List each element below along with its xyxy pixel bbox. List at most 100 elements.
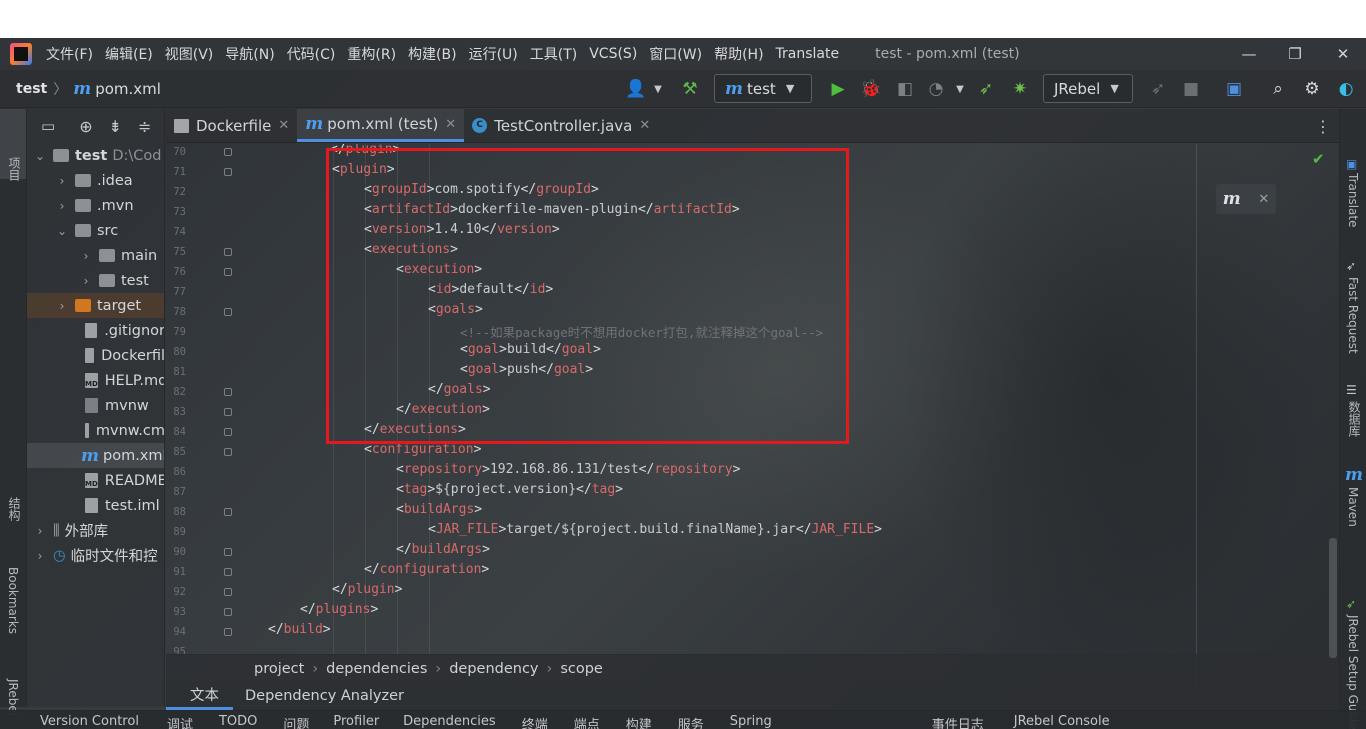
close-tab-icon[interactable]: ✕ [445,117,456,132]
menu-refactor[interactable]: 重构(R) [341,44,402,64]
breadcrumb-project[interactable]: project [254,661,304,677]
maven-reload-popup[interactable]: m ✕ [1216,184,1276,214]
fold-marker-icon[interactable] [224,408,232,416]
tree-item-scratches[interactable]: › ◷ 临时文件和控 [27,543,164,568]
menu-code[interactable]: 代码(C) [281,44,342,64]
tool-dependencies[interactable]: Dependencies [403,714,496,729]
stop-icon[interactable]: ■ [1179,77,1203,101]
jrebel-run-icon[interactable]: ➶ [974,77,998,101]
tool-debug[interactable]: 调试 [167,714,193,729]
tool-terminal[interactable]: 终端 [522,714,548,729]
tab-dependency-analyzer[interactable]: Dependency Analyzer [233,682,416,710]
editor-vertical-scrollbar[interactable] [1329,538,1337,658]
minimize-icon[interactable]: — [1226,38,1272,70]
tool-bookmarks[interactable]: Bookmarks [6,567,20,634]
menu-view[interactable]: 视图(V) [159,44,220,64]
tree-item-mvn[interactable]: › .mvn [27,193,164,218]
menu-window[interactable]: 窗口(W) [643,44,708,64]
fold-marker-icon[interactable] [224,268,232,276]
menu-help[interactable]: 帮助(H) [708,44,769,64]
restore-icon[interactable]: ❐ [1272,38,1318,70]
fold-marker-icon[interactable] [224,548,232,556]
breadcrumb-dependencies[interactable]: dependencies [326,661,427,677]
tool-services[interactable]: 服务 [678,714,704,729]
fold-marker-icon[interactable] [224,428,232,436]
options-icon[interactable]: ≑ [138,117,151,136]
fold-marker-icon[interactable] [224,388,232,396]
run-icon[interactable]: ▶ [826,77,850,101]
tool-structure[interactable]: 结构 [6,497,23,521]
tree-item-readme[interactable]: MD README [27,468,164,493]
menu-edit[interactable]: 编辑(E) [99,44,159,64]
fold-marker-icon[interactable] [224,308,232,316]
menu-vcs[interactable]: VCS(S) [583,46,643,62]
tool-endpoints[interactable]: 端点 [574,714,600,729]
tool-project[interactable]: 项目 [6,157,23,181]
tool-spring[interactable]: Spring [730,714,772,729]
fold-marker-icon[interactable] [224,628,232,636]
select-opened-file-icon[interactable]: ▭ [41,117,55,135]
menu-tools[interactable]: 工具(T) [524,44,583,64]
code-editor[interactable]: 70 71 72 73 74 75 76 77 78 79 80 81 82 83 84 85 86 87 88 89… [166,144,1339,692]
tool-todo[interactable]: TODO [219,714,257,729]
tree-item-pom-xml[interactable]: m pom.xml [27,443,164,468]
maven-reload-icon[interactable]: m [1223,189,1241,209]
tab-test-controller[interactable]: C TestController.java ✕ [464,109,658,142]
tool-fast-request[interactable]: Fast Request [1346,277,1360,354]
tree-item-help-md[interactable]: MD HELP.md [27,368,164,393]
tab-text[interactable]: 文本 [166,682,233,710]
tree-item-dockerfile[interactable]: Dockerfil [27,343,164,368]
fold-marker-icon[interactable] [224,568,232,576]
run-config-select[interactable]: m test ▼ [714,74,812,103]
menu-build[interactable]: 构建(B) [402,44,463,64]
tree-item-target[interactable]: › target [27,293,164,318]
tree-item-mvnw-cmd[interactable]: mvnw.cm [27,418,164,443]
coverage-icon[interactable]: ◧ [893,77,917,101]
tool-problems[interactable]: 问题 [283,714,309,729]
debug-bug-icon[interactable]: 🐞 [859,77,883,101]
tool-translate[interactable]: Translate [1346,173,1360,228]
tool-version-control[interactable]: Version Control [40,714,139,729]
menu-file[interactable]: 文件(F) [40,44,99,64]
close-tab-icon[interactable]: ✕ [278,118,289,133]
tree-item-external-libs[interactable]: › ⫼ 外部库 [27,518,164,543]
translate-icon[interactable]: ▣ [1222,77,1246,101]
jrebel-debug-icon[interactable]: ✷ [1008,77,1032,101]
tree-item-test-iml[interactable]: test.iml [27,493,164,518]
tree-item-gitignore[interactable]: .gitignor [27,318,164,343]
fold-marker-icon[interactable] [224,148,232,156]
menu-navigate[interactable]: 导航(N) [219,44,280,64]
fold-marker-icon[interactable] [224,448,232,456]
close-tab-icon[interactable]: ✕ [639,118,650,133]
nav-project[interactable]: test [16,81,47,97]
tool-maven[interactable]: Maven [1346,487,1360,527]
jrebel-select[interactable]: JRebel ▼ [1043,74,1133,103]
tool-jrebel-console[interactable]: JRebel Console [1014,714,1110,729]
tab-pom-xml[interactable]: m pom.xml (test) ✕ [297,109,465,142]
breadcrumb-dependency[interactable]: dependency [449,661,538,677]
gear-icon[interactable]: ⚙ [1300,77,1324,101]
tree-item-mvnw[interactable]: mvnw [27,393,164,418]
more-tabs-icon[interactable]: ⋮ [1315,117,1331,136]
nav-file[interactable]: pom.xml [95,80,161,98]
no-problems-check-icon[interactable]: ✔ [1312,150,1325,168]
build-hammer-icon[interactable]: ⚒ [678,77,702,101]
crosshair-icon[interactable]: ⊕ [79,117,92,136]
search-icon[interactable]: ⌕ [1266,77,1290,101]
close-window-icon[interactable]: ✕ [1320,38,1366,70]
profile-icon[interactable]: ◔ [924,77,948,101]
tree-item-src[interactable]: ⌄ src [27,218,164,243]
menu-translate[interactable]: Translate [770,46,846,62]
menu-run[interactable]: 运行(U) [463,44,524,64]
tree-item-test-folder[interactable]: › test [27,268,164,293]
tree-item-idea[interactable]: › .idea [27,168,164,193]
breadcrumb-scope[interactable]: scope [560,661,603,677]
tool-profiler[interactable]: Profiler [333,714,379,729]
collapse-all-icon[interactable]: ⇟ [109,117,122,136]
tool-build[interactable]: 构建 [626,714,652,729]
fold-marker-icon[interactable] [224,248,232,256]
tree-item-test-root[interactable]: ⌄ test D:\Cod [27,143,164,168]
chevron-down-icon[interactable]: ▼ [948,77,972,101]
tool-event-log[interactable]: 事件日志 [932,714,984,729]
fold-marker-icon[interactable] [224,168,232,176]
